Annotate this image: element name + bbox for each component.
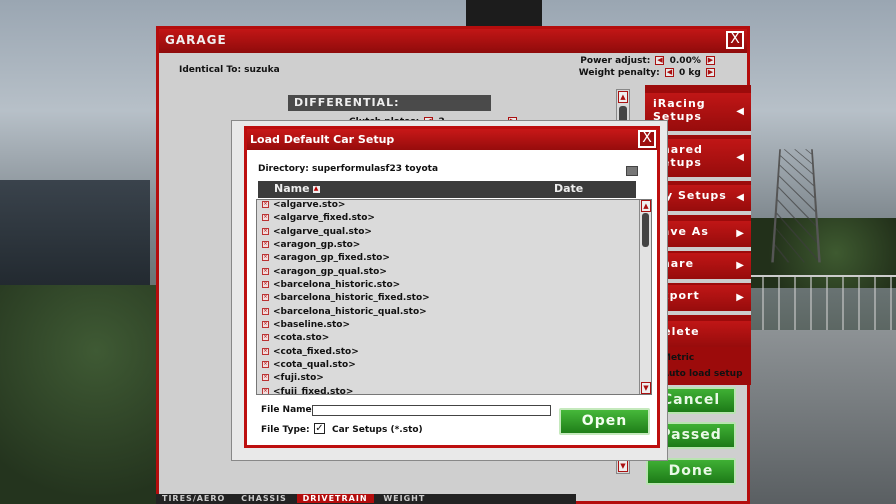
file-type-value: Car Setups (*.sto) — [332, 425, 423, 435]
list-item[interactable]: × <cota_fixed.sto> — [257, 347, 651, 360]
folder-icon[interactable] — [626, 166, 638, 176]
differential-header: DIFFERENTIAL: — [288, 95, 491, 111]
power-adjust-increase-button[interactable]: ▶ — [706, 56, 715, 65]
file-icon: × — [262, 281, 269, 289]
tab-drivetrain[interactable]: DRIVETRAIN — [296, 494, 374, 503]
grandstand — [0, 180, 150, 300]
chevron-right-icon: ▶ — [736, 292, 745, 303]
file-name-field[interactable] — [312, 405, 551, 416]
list-item[interactable]: × <aragon_gp_qual.sto> — [257, 267, 651, 280]
chevron-right-icon: ▶ — [736, 228, 745, 239]
dialog-body: Load Default Car Setup X Directory: supe… — [244, 126, 660, 448]
list-item[interactable]: × <aragon_gp.sto> — [257, 240, 651, 253]
list-item[interactable]: × <cota_qual.sto> — [257, 360, 651, 373]
column-name[interactable]: Name ▲ — [274, 182, 320, 195]
list-item[interactable]: × <algarve.sto> — [257, 200, 651, 213]
file-icon: × — [262, 214, 269, 222]
weight-penalty-value: 0 kg — [679, 68, 701, 78]
file-icon: × — [262, 374, 269, 382]
file-type-label: File Type: — [261, 425, 310, 435]
garage-tabs: TIRES/AERO CHASSIS DRIVETRAIN WEIGHT — [156, 494, 576, 504]
auto-load-label: Auto load setup — [662, 369, 743, 379]
file-icon: × — [262, 361, 269, 369]
file-icon: × — [262, 334, 269, 342]
list-item[interactable]: × <fuji.sto> — [257, 373, 651, 386]
file-type-checkbox[interactable]: ✓ — [314, 423, 325, 434]
list-item[interactable]: × <cota.sto> — [257, 333, 651, 346]
file-icon: × — [262, 241, 269, 249]
tab-tires-aero[interactable]: TIRES/AERO — [156, 494, 231, 503]
list-item[interactable]: × <fuji_fixed.sto> — [257, 387, 651, 394]
weight-penalty-label: Weight penalty: — [578, 68, 660, 78]
file-icon: × — [262, 387, 269, 394]
load-setup-dialog: Load Default Car Setup X Directory: supe… — [231, 120, 668, 461]
dialog-title: Load Default Car Setup — [247, 129, 657, 150]
list-item[interactable]: × <baseline.sto> — [257, 320, 651, 333]
scroll-up-icon[interactable]: ▲ — [618, 91, 628, 103]
list-item[interactable]: × <barcelona_historic_qual.sto> — [257, 307, 651, 320]
list-item[interactable]: × <algarve_fixed.sto> — [257, 213, 651, 226]
garage-title: GARAGE — [159, 29, 747, 53]
identical-to-label: Identical To: suzuka — [179, 65, 280, 75]
file-icon: × — [262, 321, 269, 329]
list-item[interactable]: × <barcelona_historic.sto> — [257, 280, 651, 293]
file-list-header: Name ▲ Date — [258, 181, 636, 198]
chevron-left-icon: ◀ — [736, 192, 745, 203]
sort-icon: ▲ — [312, 184, 320, 193]
tab-chassis[interactable]: CHASSIS — [235, 494, 293, 503]
file-icon: × — [262, 267, 269, 275]
file-icon: × — [262, 294, 269, 302]
scroll-down-icon[interactable]: ▼ — [618, 460, 628, 472]
tab-weight[interactable]: WEIGHT — [377, 494, 431, 503]
open-button[interactable]: Open — [559, 408, 650, 435]
file-icon: × — [262, 307, 269, 315]
dialog-close-button[interactable]: X — [638, 130, 656, 148]
file-icon: × — [262, 347, 269, 355]
power-adjust-value: 0.00% — [669, 56, 701, 66]
scroll-down-icon[interactable]: ▼ — [641, 382, 651, 394]
power-adjust-label: Power adjust: — [580, 56, 651, 66]
power-adjust-decrease-button[interactable]: ◀ — [655, 56, 665, 65]
list-item[interactable]: × <aragon_gp_fixed.sto> — [257, 253, 651, 266]
file-name-label: File Name: — [261, 405, 316, 415]
track-road — [746, 330, 896, 504]
list-item[interactable]: × <algarve_qual.sto> — [257, 227, 651, 240]
garage-close-button[interactable]: X — [726, 31, 744, 49]
chevron-left-icon: ◀ — [736, 152, 745, 163]
column-date[interactable]: Date — [554, 182, 583, 195]
weight-penalty-decrease-button[interactable]: ◀ — [664, 68, 674, 77]
weight-penalty-increase-button[interactable]: ▶ — [706, 68, 715, 77]
list-item[interactable]: × <barcelona_historic_fixed.sto> — [257, 293, 651, 306]
chevron-left-icon: ◀ — [736, 106, 745, 117]
power-weight-panel: Power adjust: ◀ 0.00% ▶ Weight penalty: … — [579, 55, 717, 79]
file-icon: × — [262, 201, 269, 208]
file-list-scrollbar[interactable]: ▲ ▼ — [639, 200, 651, 394]
done-button[interactable]: Done — [646, 458, 736, 485]
power-pylon — [771, 149, 821, 263]
fence — [746, 275, 896, 335]
directory-label: Directory: superformulasf23 toyota — [258, 164, 439, 174]
scroll-thumb[interactable] — [642, 213, 649, 247]
file-icon: × — [262, 227, 269, 235]
file-list: × <algarve.sto> × <algarve_fixed.sto> × <al… — [256, 199, 652, 395]
file-icon: × — [262, 254, 269, 262]
chevron-right-icon: ▶ — [736, 260, 745, 271]
scroll-up-icon[interactable]: ▲ — [641, 200, 651, 212]
